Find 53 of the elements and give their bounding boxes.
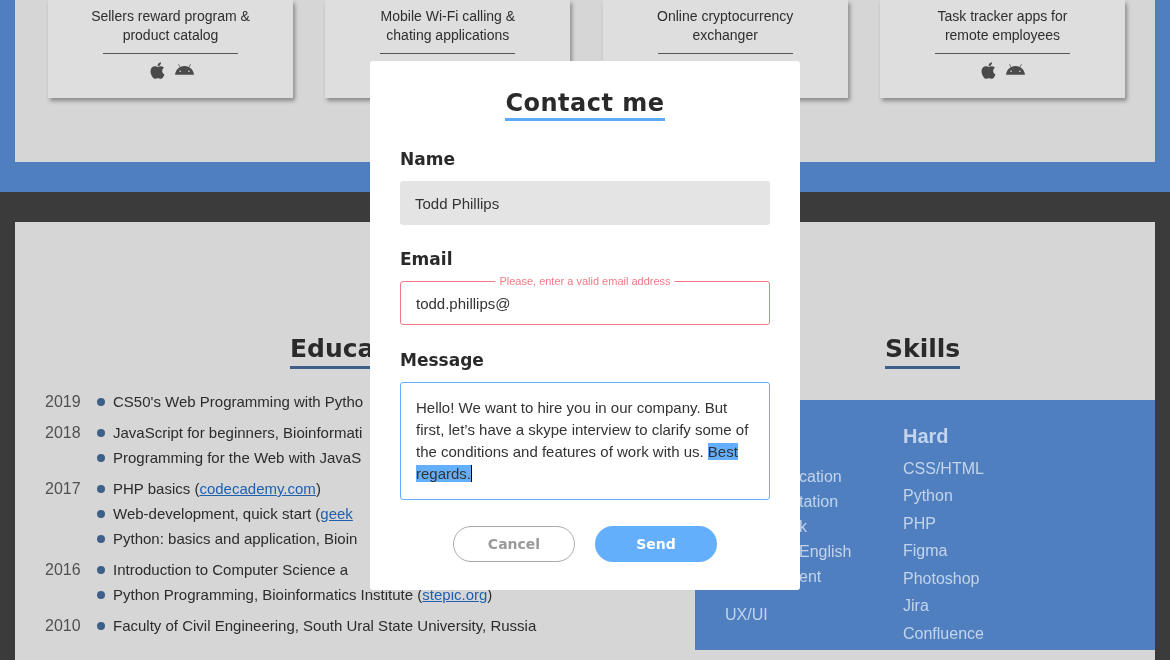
course-link[interactable]: stepic.org xyxy=(422,586,488,603)
project-description: Task tracker apps for remote employees xyxy=(936,7,1069,45)
bullet-icon xyxy=(97,534,105,543)
skill-item: CSS/HTML xyxy=(903,459,984,477)
skill-item: Python xyxy=(903,487,953,505)
send-button[interactable]: Send xyxy=(595,526,717,562)
education-item: Programming for the Web with JavaS xyxy=(113,449,362,466)
course-link[interactable]: geek xyxy=(320,505,353,522)
skill-item: UX/UI xyxy=(725,606,768,623)
field-label: Message xyxy=(400,350,485,370)
year-label: 2019 xyxy=(44,392,82,412)
education-item: Python: basics and application, Bioin xyxy=(113,530,358,547)
education-item: Introduction to Computer Science a xyxy=(113,561,349,578)
project-description: Sellers reward program & product catalog xyxy=(90,7,251,45)
education-item: Faculty of Civil Engineering, South Ural State University, Russia xyxy=(113,617,537,634)
name-field[interactable]: Todd Phillips xyxy=(400,181,770,225)
bullet-icon xyxy=(97,453,105,462)
cancel-button[interactable]: Cancel xyxy=(453,526,575,562)
section-heading: Skills xyxy=(885,334,961,369)
skill-item: Confluence xyxy=(903,624,984,642)
error-message: Please, enter a valid email address xyxy=(495,274,675,288)
field-label: Name xyxy=(400,149,456,169)
bullet-icon xyxy=(97,397,105,406)
bullet-icon xyxy=(97,484,105,493)
project-description: Mobile Wi-Fi calling & chating applications xyxy=(379,7,517,45)
education-item: Web-development, quick start (geek xyxy=(113,505,353,522)
education-item: JavaScript for beginners, Bioinformati xyxy=(113,424,363,441)
course-link[interactable]: codecademy.com xyxy=(199,480,316,497)
skills-heading: Hard xyxy=(903,425,950,449)
bullet-icon xyxy=(97,509,105,518)
education-item: CS50's Web Programming with Pytho xyxy=(113,393,364,410)
skill-item: English xyxy=(799,543,852,560)
year-label: 2017 xyxy=(44,479,82,499)
dialog-title: Contact me xyxy=(505,89,665,121)
skill-item: tation xyxy=(799,493,839,510)
year-label: 2010 xyxy=(44,616,82,636)
bullet-icon xyxy=(97,621,105,630)
message-field[interactable]: Hello! We want to hire you in our company. But first, let’s have a skype interview to clarify some of the conditions and features of work with us. Best regards. xyxy=(400,382,770,500)
skill-item: ent xyxy=(799,568,822,585)
field-label: Email xyxy=(400,249,454,269)
skill-item: PHP xyxy=(903,514,936,532)
project-description: Online cryptocurrency exchanger xyxy=(656,7,795,45)
skill-item: k xyxy=(799,518,807,535)
education-item: PHP basics (codecademy.com) xyxy=(113,480,321,497)
bullet-icon xyxy=(97,565,105,574)
skill-item: Photoshop xyxy=(903,569,980,587)
bullet-icon xyxy=(97,428,105,437)
year-label: 2016 xyxy=(44,560,82,580)
skill-item: cation xyxy=(799,468,842,485)
bullet-icon xyxy=(97,590,105,599)
year-label: 2018 xyxy=(44,423,82,443)
skill-item: Jira xyxy=(903,597,929,615)
skill-item: Figma xyxy=(903,542,948,560)
